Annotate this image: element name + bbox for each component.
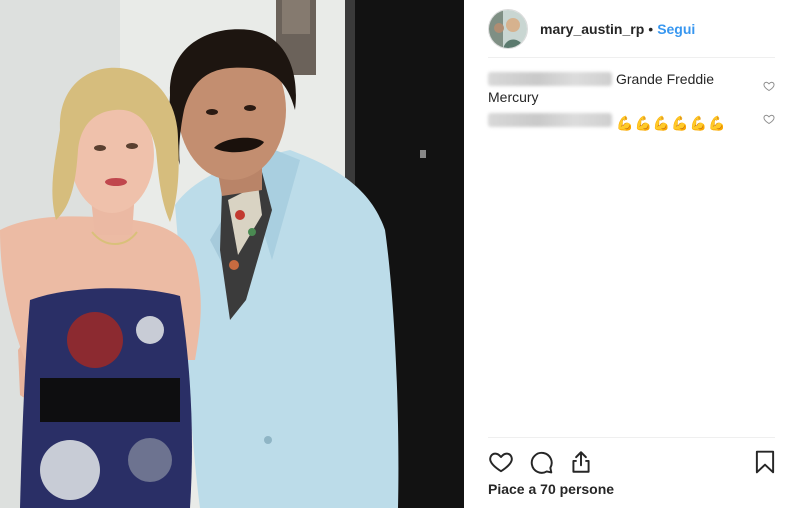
post-photo-illustration <box>0 0 464 508</box>
emoji-list: 💪 💪 💪 💪 💪 💪 <box>616 114 726 132</box>
username-link[interactable]: mary_austin_rp <box>540 21 644 37</box>
follow-button[interactable]: Segui <box>657 21 695 37</box>
post-header: mary_austin_rp • Segui <box>488 0 775 58</box>
post-photo[interactable] <box>0 0 464 508</box>
avatar-image <box>489 9 527 48</box>
small-heart-icon[interactable] <box>763 113 775 125</box>
comment-item: 💪 💪 💪 💪 💪 💪 <box>488 111 775 132</box>
comment-icon <box>530 451 553 474</box>
flexed-biceps-emoji: 💪 <box>616 115 634 131</box>
comment-item: Grande Freddie Mercury <box>488 70 775 106</box>
flexed-biceps-emoji: 💪 <box>689 115 708 131</box>
flexed-biceps-emoji: 💪 <box>671 115 689 131</box>
bookmark-icon <box>755 450 775 474</box>
action-bar <box>488 437 775 477</box>
flexed-biceps-emoji: 💪 <box>708 115 726 131</box>
small-heart-icon[interactable] <box>763 80 775 92</box>
blurred-commenter-name[interactable] <box>488 113 612 127</box>
heart-icon <box>489 452 513 473</box>
avatar[interactable] <box>488 8 528 49</box>
post-sidebar: mary_austin_rp • Segui Grande Freddie Me… <box>464 0 791 508</box>
header-separator: • <box>648 20 654 37</box>
save-button[interactable] <box>752 449 778 475</box>
like-button[interactable] <box>488 449 514 475</box>
comment-button[interactable] <box>528 449 554 475</box>
share-button[interactable] <box>568 449 594 475</box>
likes-count[interactable]: Piace a 70 persone <box>488 481 614 497</box>
instagram-post: mary_austin_rp • Segui Grande Freddie Me… <box>0 0 791 508</box>
flexed-biceps-emoji: 💪 <box>634 115 652 131</box>
comments-list: Grande Freddie Mercury 💪 💪 💪 💪 💪 💪 <box>488 70 775 137</box>
share-icon <box>572 451 590 473</box>
flexed-biceps-emoji: 💪 <box>652 115 671 131</box>
blurred-commenter-name[interactable] <box>488 72 612 86</box>
